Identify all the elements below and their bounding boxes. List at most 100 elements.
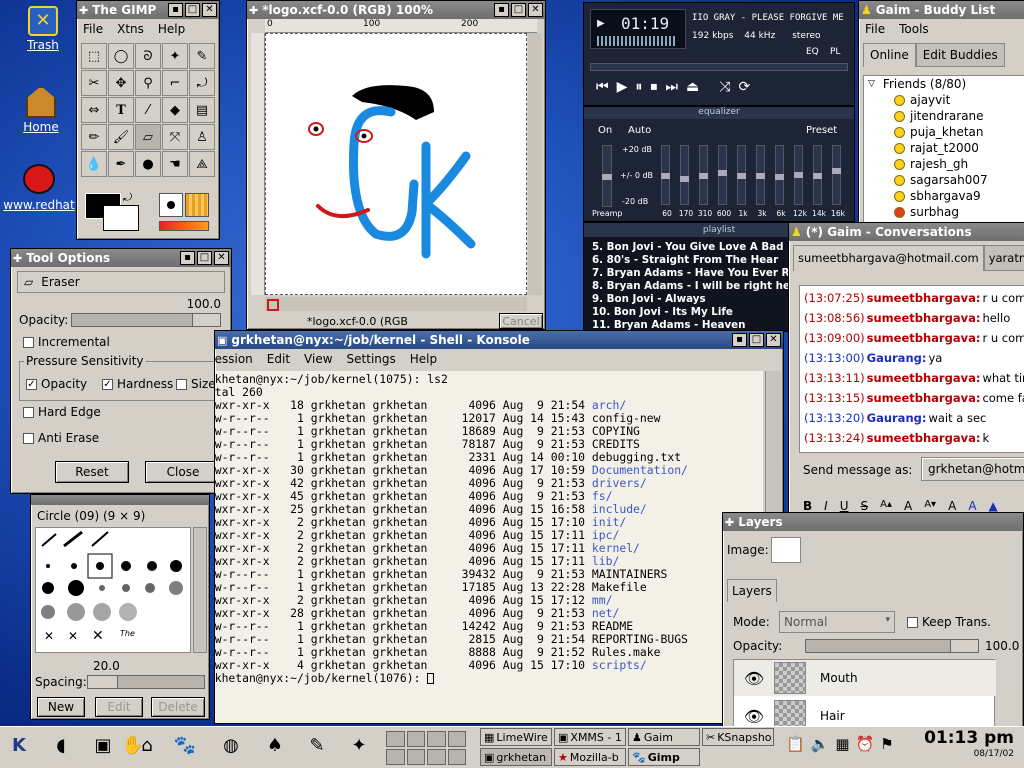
brush-new-button[interactable]: New (37, 697, 85, 717)
conversation-titlebar[interactable]: ♟ (*) Gaim - Conversations (789, 223, 1024, 241)
seek-bar[interactable] (590, 63, 848, 71)
keep-trans-checkbox[interactable]: Keep Trans. (907, 615, 991, 629)
tab-edit-buddies[interactable]: Edit Buddies (915, 43, 1005, 67)
toolbox-titlebar[interactable]: ✚ The GIMP ▪ □ ✕ (77, 1, 219, 19)
group-friends[interactable]: ▽ Friends (8/80) (864, 76, 1024, 92)
maximize-icon[interactable]: □ (749, 333, 764, 347)
pressure-hardness-checkbox[interactable]: ✓ Hardness (102, 377, 173, 391)
task-mozilla[interactable]: ★ Mozilla-b (554, 748, 626, 766)
menu-view[interactable]: View (304, 352, 332, 366)
next-icon[interactable]: ⏭ (665, 79, 678, 95)
eq-band[interactable]: 16k (829, 145, 845, 221)
maximize-icon[interactable]: □ (511, 3, 526, 17)
window-list-icon[interactable]: ◖ (48, 732, 74, 758)
transform-icon[interactable]: ⤾ (189, 70, 215, 96)
tab-yaratnap[interactable]: yaratnap (983, 245, 1024, 271)
menu-help[interactable]: Help (158, 22, 185, 36)
menu-file[interactable]: File (865, 22, 885, 36)
task-gaim[interactable]: ♟ Gaim (628, 728, 700, 746)
task-konsole[interactable]: ▣ grkhetan (480, 748, 552, 766)
eq-band[interactable]: 310 (696, 145, 712, 221)
buddy-item[interactable]: sagarsah007 (864, 172, 1024, 188)
layer-row-mouth[interactable]: 👁 Mouth (734, 660, 996, 696)
play-icon[interactable]: ▶ (617, 79, 628, 95)
eq-band-knob[interactable] (794, 172, 803, 178)
home-desktop-icon[interactable]: Home (15, 86, 67, 134)
close-icon[interactable]: ✕ (202, 3, 217, 17)
eq-band[interactable]: 1k (734, 145, 750, 221)
eq-band[interactable]: 12k (791, 145, 807, 221)
gradient-preview[interactable] (159, 221, 209, 231)
rect-select-icon[interactable]: ⬚ (81, 43, 107, 69)
eq-band[interactable]: 600 (715, 145, 731, 221)
calendar-icon[interactable]: ▦ (835, 735, 849, 753)
redhat-desktop-icon[interactable]: www.redhat (2, 164, 76, 212)
clone-icon[interactable]: ♙ (189, 124, 215, 150)
image-cancel-button[interactable]: Cancel (499, 313, 543, 329)
bg-color-swatch[interactable] (103, 205, 139, 231)
reset-button[interactable]: Reset (55, 461, 129, 483)
tab-sumeet[interactable]: sumeetbhargava@hotmail.com (793, 245, 984, 271)
dodge-icon[interactable]: ● (135, 151, 161, 177)
gimp-launcher-icon[interactable]: 🐾 (172, 732, 198, 758)
layer-row-hair[interactable]: 👁 Hair (734, 698, 996, 727)
text-color-icon[interactable]: A (968, 499, 976, 513)
bold-icon[interactable]: B (803, 499, 812, 513)
eq-on-button[interactable]: On (598, 125, 612, 136)
browser-launcher-icon[interactable]: ◍ (218, 732, 244, 758)
eq-band-knob[interactable] (718, 170, 727, 176)
hard-edge-checkbox[interactable]: Hard Edge (23, 405, 101, 419)
paintbrush-icon[interactable]: 🖌 (108, 124, 134, 150)
font-normal-icon[interactable]: A (904, 499, 912, 513)
window-menu-icon[interactable]: ✚ (725, 516, 734, 529)
eq-band-knob[interactable] (680, 176, 689, 182)
buddy-item[interactable]: sbhargava9 (864, 188, 1024, 204)
eq-band[interactable]: 6k (772, 145, 788, 221)
tab-online[interactable]: Online (863, 43, 916, 67)
measure-icon[interactable]: ⟁ (189, 151, 215, 177)
minimize-icon[interactable]: ▪ (494, 3, 509, 17)
eq-band[interactable]: 170 (677, 145, 693, 221)
file-manager-icon[interactable]: ⌂ (134, 732, 160, 758)
brush-grid[interactable]: ✕ ✕ ✕ The (35, 527, 191, 653)
opacity-slider[interactable] (71, 313, 221, 327)
bg-color-icon[interactable]: ▲ (989, 499, 998, 513)
eraser-icon[interactable]: ▱ (135, 124, 161, 150)
layers-titlebar[interactable]: ✚ Layers (723, 513, 1023, 531)
eq-band-knob[interactable] (699, 173, 708, 179)
brush-edit-button[interactable]: Edit (95, 697, 143, 717)
eq-band[interactable]: 3k (753, 145, 769, 221)
close-icon[interactable]: ✕ (766, 333, 781, 347)
terminal-launcher-icon[interactable]: ▣ (90, 732, 116, 758)
visibility-eye-icon[interactable]: 👁 (734, 669, 774, 688)
brush-titlebar[interactable] (31, 495, 209, 505)
window-menu-icon[interactable]: ✚ (13, 252, 22, 265)
stop-icon[interactable]: ⏹ (650, 79, 657, 95)
ellipse-select-icon[interactable]: ◯ (108, 43, 134, 69)
eq-band-knob[interactable] (756, 173, 765, 179)
pressure-size-checkbox[interactable]: Size (176, 377, 216, 391)
menu-edit[interactable]: Edit (267, 352, 290, 366)
pl-toggle[interactable]: PL (830, 47, 840, 57)
window-menu-icon[interactable]: ✚ (249, 4, 258, 17)
brush-scrollbar[interactable] (193, 527, 207, 653)
buddy-item[interactable]: rajat_t2000 (864, 140, 1024, 156)
task-limewire[interactable]: ▦ LimeWire (480, 728, 552, 746)
brush-preview[interactable] (159, 193, 183, 217)
konsole-titlebar[interactable]: ▣ grkhetan@nyx:~/job/kernel - Shell - Ko… (215, 331, 783, 349)
buddy-item[interactable]: jitendrarane (864, 108, 1024, 124)
eq-band-knob[interactable] (775, 174, 784, 180)
ink-icon[interactable]: ✒ (108, 151, 134, 177)
window-menu-icon[interactable]: ✚ (79, 4, 88, 17)
previous-icon[interactable]: ⏮ (596, 79, 609, 95)
shuffle-icon[interactable]: ⤨ (719, 79, 730, 95)
conversation-log[interactable]: (13:07:25)sumeetbhargava:r u comin(13:08… (799, 285, 1024, 453)
strike-icon[interactable]: S (861, 499, 869, 513)
underline-icon[interactable]: U (840, 499, 849, 513)
eq-band[interactable]: 14k (810, 145, 826, 221)
eq-band-knob[interactable] (813, 173, 822, 179)
scissors-icon[interactable]: ✂ (81, 70, 107, 96)
buddy-item[interactable]: ajayvit (864, 92, 1024, 108)
smudge-icon[interactable]: ☚ (162, 151, 188, 177)
bucket-icon[interactable]: ◆ (162, 97, 188, 123)
